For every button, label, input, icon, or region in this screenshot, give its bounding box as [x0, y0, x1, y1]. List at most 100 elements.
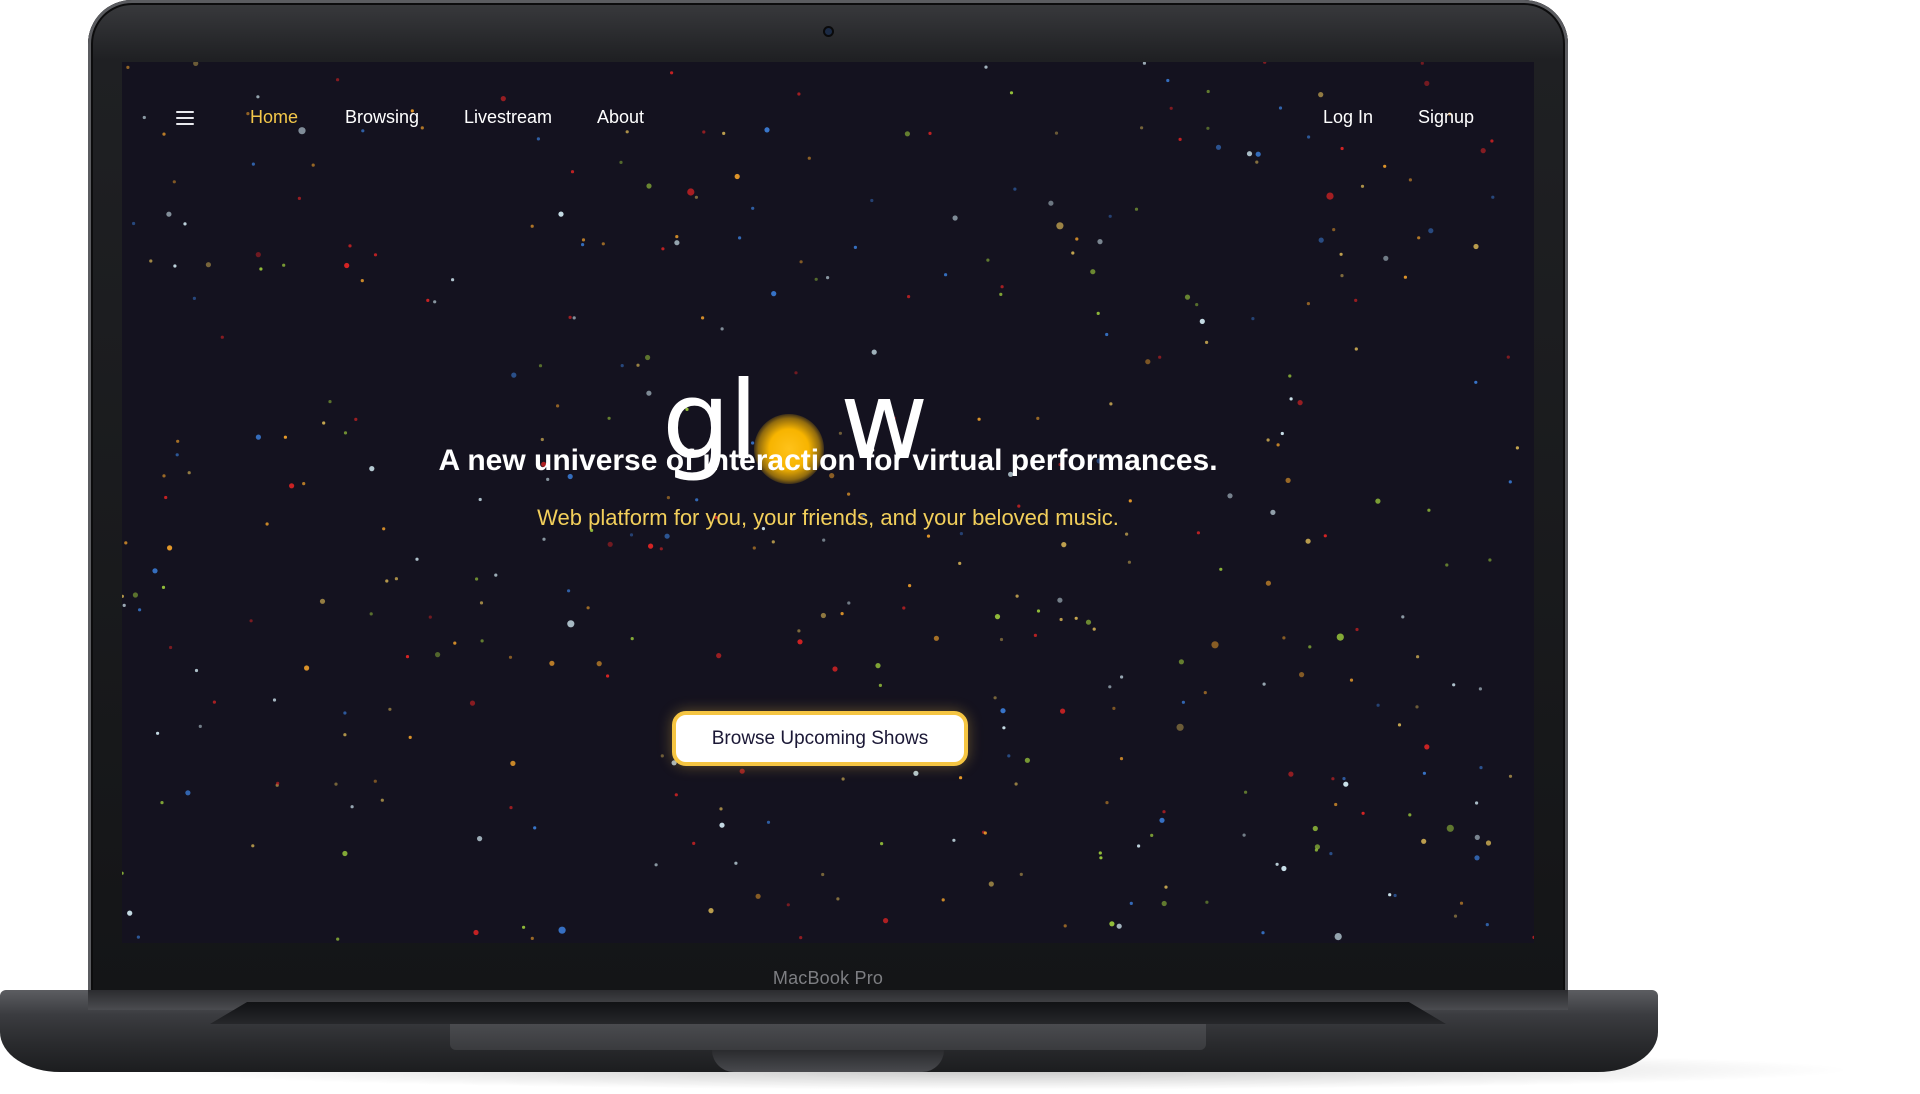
star-dot — [522, 925, 526, 929]
star-dot — [122, 871, 124, 875]
star-dot — [1360, 184, 1365, 188]
star-dot — [1150, 833, 1154, 838]
star-dot — [1326, 192, 1334, 200]
star-dot — [283, 435, 287, 439]
star-dot — [999, 292, 1003, 296]
star-dot — [913, 770, 919, 776]
star-dot — [771, 291, 777, 297]
star-dot — [385, 579, 389, 583]
star-dot — [494, 573, 498, 577]
star-dot — [426, 298, 430, 302]
star-dot — [751, 206, 755, 210]
star-dot — [132, 592, 138, 598]
star-dot — [198, 724, 202, 729]
star-dot — [1485, 923, 1489, 927]
star-dot — [878, 683, 883, 688]
star-dot — [138, 608, 142, 612]
star-dot — [1401, 615, 1405, 619]
star-dot — [568, 315, 572, 319]
nav-link-livestream[interactable]: Livestream — [464, 107, 552, 128]
star-dot — [1128, 499, 1132, 503]
star-dot — [1285, 477, 1291, 483]
star-dot — [1158, 355, 1162, 359]
star-dot — [1164, 885, 1168, 889]
star-dot — [255, 252, 261, 258]
star-dot — [173, 264, 177, 268]
star-dot — [1417, 236, 1421, 240]
star-dot — [255, 434, 261, 440]
star-dot — [716, 653, 722, 659]
star-dot — [212, 700, 216, 704]
star-dot — [122, 603, 126, 608]
star-dot — [853, 245, 858, 249]
star-dot — [1090, 269, 1096, 275]
star-dot — [999, 637, 1004, 642]
star-dot — [1015, 594, 1019, 598]
star-dot — [1388, 893, 1392, 897]
star-dot — [1473, 243, 1479, 250]
star-dot — [1532, 935, 1534, 939]
star-dot — [380, 798, 384, 802]
star-dot — [1422, 771, 1426, 775]
star-dot — [1195, 303, 1199, 307]
star-dot — [1332, 228, 1336, 232]
star-dot — [282, 263, 286, 267]
star-dot — [1033, 633, 1037, 638]
star-dot — [1098, 851, 1102, 855]
star-dot — [1071, 251, 1075, 255]
star-dot — [567, 620, 575, 628]
star-dot — [1036, 609, 1041, 613]
star-dot — [674, 793, 678, 797]
star-dot — [836, 897, 840, 901]
star-dot — [701, 316, 705, 320]
star-dot — [1024, 757, 1030, 763]
star-dot — [1145, 359, 1151, 365]
star-dot — [1105, 801, 1109, 805]
nav-link-browsing[interactable]: Browsing — [345, 107, 419, 128]
star-dot — [799, 936, 803, 940]
star-dot — [674, 240, 680, 246]
login-link[interactable]: Log In — [1323, 107, 1373, 128]
star-dot — [871, 349, 877, 355]
star-dot — [479, 601, 484, 605]
nav-link-home[interactable]: Home — [250, 107, 298, 128]
star-dot — [1048, 200, 1054, 206]
star-dot — [596, 661, 602, 667]
star-dot — [1334, 802, 1338, 807]
browse-upcoming-shows-button[interactable]: Browse Upcoming Shows — [672, 711, 968, 766]
star-dot — [1184, 294, 1191, 300]
star-dot — [473, 929, 479, 936]
star-dot — [734, 173, 740, 180]
star-dot — [478, 497, 482, 502]
star-dot — [661, 247, 665, 251]
star-dot — [343, 431, 348, 435]
star-dot — [1446, 824, 1454, 832]
hero-subheadline: Web platform for you, your friends, and … — [537, 505, 1119, 530]
signup-link[interactable]: Signup — [1418, 107, 1474, 128]
star-dot — [249, 619, 253, 623]
star-dot — [1036, 416, 1040, 420]
star-dot — [1288, 374, 1292, 378]
star-dot — [1176, 723, 1184, 731]
star-dot — [1329, 852, 1333, 856]
star-dot — [734, 861, 738, 865]
hamburger-menu-icon[interactable] — [176, 111, 194, 125]
star-dot — [122, 594, 124, 598]
star-dot — [1361, 811, 1365, 815]
star-dot — [1297, 400, 1303, 406]
star-dot — [1408, 178, 1412, 182]
star-dot — [752, 546, 756, 550]
star-dot — [546, 477, 550, 481]
star-dot — [373, 253, 378, 257]
star-dot — [1314, 848, 1318, 852]
star-dot — [821, 872, 825, 877]
nav-link-about[interactable]: About — [597, 107, 644, 128]
star-dot — [152, 568, 158, 574]
star-dot — [630, 637, 634, 641]
star-dot — [1299, 672, 1305, 678]
trackpad — [450, 1024, 1206, 1050]
star-dot — [343, 733, 347, 737]
star-dot — [629, 533, 634, 537]
star-dot — [453, 641, 457, 645]
star-dot — [1336, 633, 1344, 641]
